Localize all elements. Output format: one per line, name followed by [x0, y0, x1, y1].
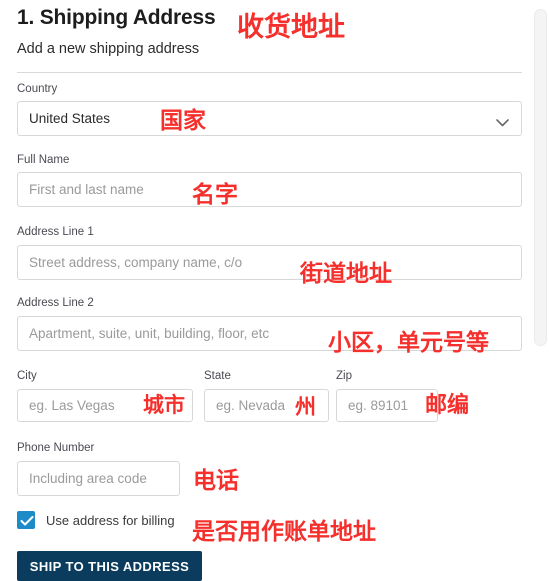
annotation-full-name: 名字 — [192, 182, 238, 208]
shipping-address-form-page: 1. Shipping Address Add a new shipping a… — [0, 0, 549, 581]
page-subtitle: Add a new shipping address — [17, 41, 200, 57]
chevron-down-icon — [496, 115, 509, 126]
billing-checkbox-row[interactable]: Use address for billing — [17, 511, 175, 529]
annotation-address-line-1: 街道地址 — [300, 261, 392, 287]
page-scrollbar-thumb[interactable] — [534, 9, 547, 346]
zip-input[interactable]: eg. 89101 — [336, 389, 438, 422]
phone-label: Phone Number — [17, 442, 95, 454]
address-line-1-label: Address Line 1 — [17, 226, 94, 238]
annotation-billing-checkbox: 是否用作账单地址 — [192, 519, 376, 545]
page-title: 1. Shipping Address — [17, 6, 216, 29]
address-line-1-input[interactable]: Street address, company name, c/o — [17, 245, 522, 280]
zip-placeholder: eg. 89101 — [348, 398, 409, 413]
phone-input[interactable]: Including area code — [17, 461, 180, 496]
annotation-country: 国家 — [160, 108, 206, 134]
annotation-zip: 邮编 — [425, 393, 470, 418]
check-icon — [20, 515, 34, 526]
zip-label: Zip — [336, 370, 352, 382]
city-placeholder: eg. Las Vegas — [29, 398, 115, 413]
phone-placeholder: Including area code — [29, 471, 147, 486]
annotation-phone: 电话 — [193, 468, 239, 494]
state-placeholder: eg. Nevada — [216, 398, 286, 413]
billing-checkbox[interactable] — [17, 511, 35, 529]
full-name-input[interactable]: First and last name — [17, 172, 522, 207]
annotation-state: 州 — [295, 395, 316, 419]
annotation-page-title: 收货地址 — [237, 12, 345, 43]
annotation-city: 城市 — [143, 393, 185, 417]
address-line-1-placeholder: Street address, company name, c/o — [29, 255, 243, 270]
full-name-label: Full Name — [17, 154, 70, 166]
address-line-2-label: Address Line 2 — [17, 297, 94, 309]
ship-to-this-address-button[interactable]: SHIP TO THIS ADDRESS — [17, 551, 202, 581]
city-label: City — [17, 370, 37, 382]
header-divider — [17, 72, 522, 73]
annotation-address-line-2: 小区，单元号等 — [328, 330, 489, 356]
full-name-placeholder: First and last name — [29, 182, 144, 197]
page-scrollbar-track[interactable] — [532, 0, 549, 581]
address-line-2-placeholder: Apartment, suite, unit, building, floor,… — [29, 326, 270, 341]
state-label: State — [204, 370, 231, 382]
country-select-value: United States — [29, 111, 111, 126]
billing-checkbox-label: Use address for billing — [46, 512, 175, 528]
country-label: Country — [17, 83, 58, 95]
country-select[interactable]: United States — [17, 101, 522, 136]
